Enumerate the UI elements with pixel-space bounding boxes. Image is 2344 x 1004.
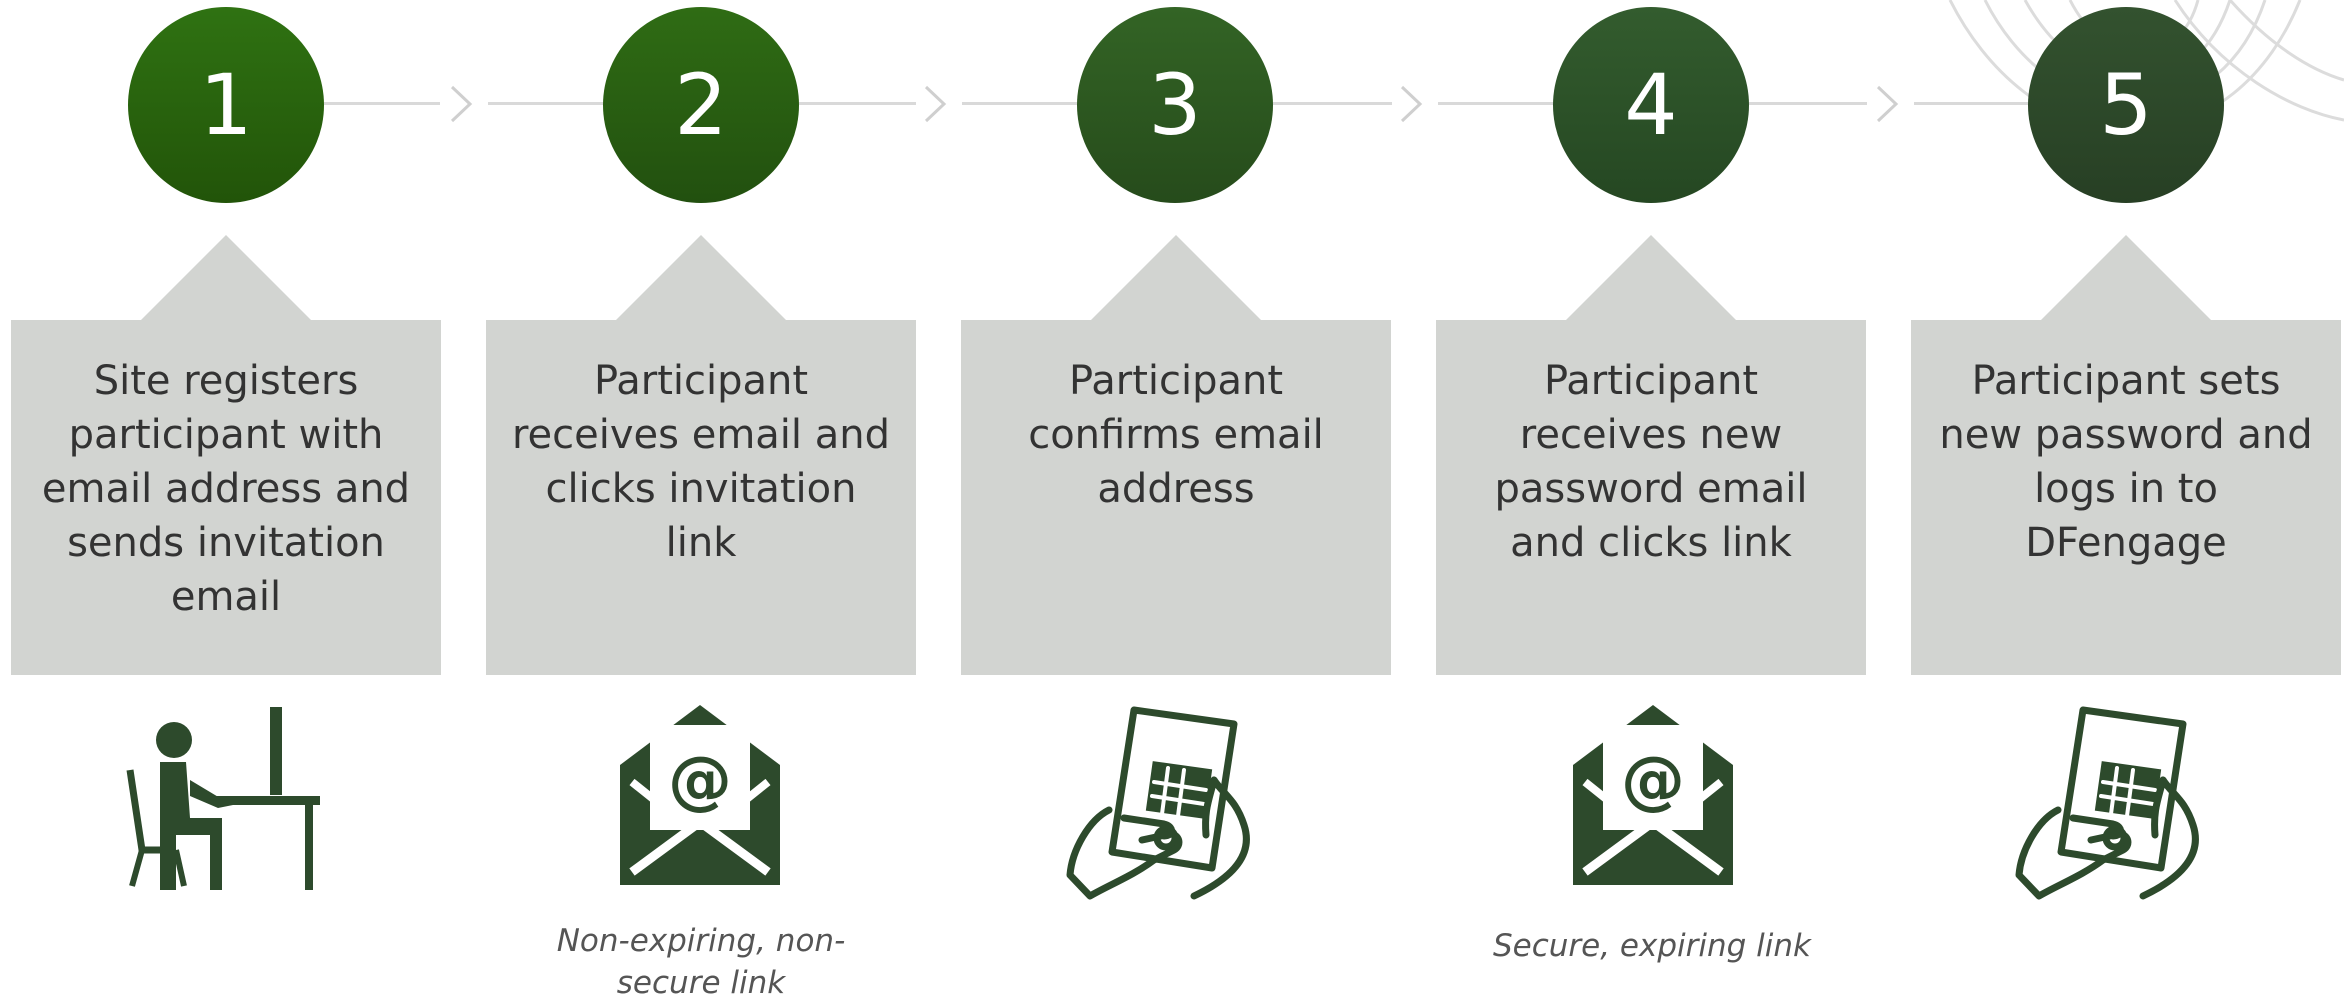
step-4-note: Secure, expiring link: [1492, 928, 1812, 964]
connector-line: [488, 102, 612, 105]
step-2-description: Participant receives email and clicks in…: [511, 358, 890, 566]
step-3-description: Participant confirms email address: [1028, 358, 1324, 512]
email-envelope-icon: @: [1573, 705, 1733, 885]
step-2-note: Non-expiring, non-secure link: [556, 923, 846, 1001]
email-envelope-icon: @: [620, 705, 780, 885]
chevron-right-icon: [1400, 85, 1423, 123]
step-2-number: 2: [603, 7, 799, 203]
step-2-card: Participant receives email and clicks in…: [486, 235, 916, 675]
tablet-hands-icon: [1066, 706, 1250, 900]
step-5-description: Participant sets new password and logs i…: [1939, 358, 2313, 566]
step-1-number: 1: [128, 7, 324, 203]
connector-line: [1438, 102, 1562, 105]
step-3-number: 3: [1077, 7, 1273, 203]
svg-text:@: @: [668, 744, 732, 818]
chevron-right-icon: [924, 85, 947, 123]
svg-text:@: @: [1621, 744, 1685, 818]
step-5-number: 5: [2028, 7, 2224, 203]
connector-line: [1914, 102, 2038, 105]
step-5-card: Participant sets new password and logs i…: [1911, 235, 2341, 675]
connector-line: [962, 102, 1086, 105]
chevron-right-icon: [1876, 85, 1899, 123]
connector-line: [318, 102, 440, 105]
step-4-number: 4: [1553, 7, 1749, 203]
connector-line: [792, 102, 916, 105]
step-4-card: Participant receives new password email …: [1436, 235, 1866, 675]
connector-line: [1268, 102, 1392, 105]
step-4-description: Participant receives new password email …: [1494, 358, 1808, 566]
tablet-hands-icon: [2015, 706, 2199, 900]
chevron-right-icon: [450, 85, 473, 123]
connector-line: [1745, 102, 1867, 105]
step-1-card: Site registers participant with email ad…: [11, 235, 441, 675]
person-at-computer-icon: [126, 707, 320, 890]
step-3-card: Participant confirms email address: [961, 235, 1391, 675]
step-1-description: Site registers participant with email ad…: [41, 358, 411, 620]
